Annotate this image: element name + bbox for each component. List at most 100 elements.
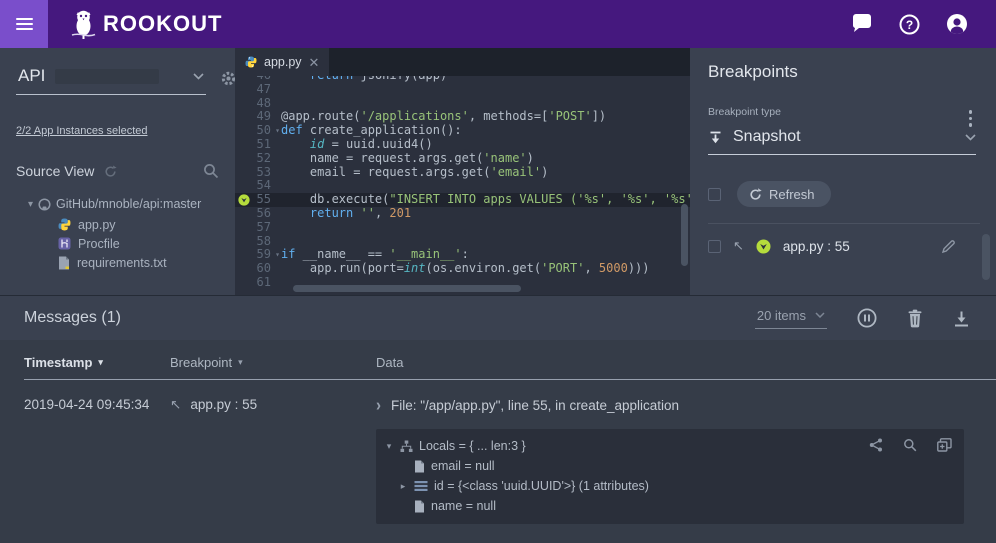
edit-pencil-icon[interactable] [941, 239, 956, 254]
line-number[interactable]: 48 [235, 97, 281, 111]
project-select-value: API [18, 66, 45, 86]
line-number[interactable]: 50▾ [235, 124, 281, 138]
refresh-icon[interactable] [104, 165, 117, 178]
chat-icon[interactable] [851, 14, 873, 34]
messages-panel: Messages (1) 20 items Timestamp▾ Breakpo… [0, 295, 996, 543]
app-instances-link[interactable]: 2/2 App Instances selected [16, 125, 147, 137]
code-area[interactable]: 46 return jsonify(app)474849@app.route('… [235, 76, 690, 295]
loading-placeholder [55, 69, 159, 84]
share-icon[interactable] [869, 438, 883, 452]
code-line-60[interactable]: 60 app.run(port=int(os.environ.get('PORT… [235, 262, 690, 276]
breakpoint-checkbox[interactable] [708, 240, 721, 253]
code-line-59[interactable]: 59▾if __name__ == '__main__': [235, 248, 690, 262]
arrow-northwest-icon: ↖ [170, 397, 181, 524]
code-line-55[interactable]: 55 db.execute("INSERT INTO apps VALUES (… [235, 193, 690, 207]
stack-frame-row[interactable]: › File: "/app/app.py", line 55, in creat… [376, 397, 996, 414]
locals-child-row[interactable]: name = null [384, 496, 954, 516]
code-line-57[interactable]: 57 [235, 221, 690, 235]
chevron-down-icon [815, 312, 825, 318]
locals-child-row[interactable]: ▸id = {<class 'uuid.UUID'>} (1 attribute… [384, 476, 954, 496]
code-line-47[interactable]: 47 [235, 83, 690, 97]
breakpoint-status-icon [756, 239, 771, 254]
search-icon[interactable] [203, 163, 219, 179]
editor-tab-bar: app.py ✕ [235, 48, 690, 76]
code-line-46[interactable]: 46 return jsonify(app) [235, 76, 690, 83]
line-number[interactable]: 51 [235, 138, 281, 152]
kebab-menu-icon[interactable] [969, 110, 973, 127]
line-number[interactable]: 58 [235, 235, 281, 249]
tree-file-requirements-txt[interactable]: requirements.txt [16, 253, 219, 272]
tree-root-repo[interactable]: ▾ GitHub/mnoble/api:master [16, 197, 219, 211]
code-text: @app.route('/applications', methods=['PO… [281, 110, 606, 124]
page-size-select[interactable]: 20 items [755, 308, 827, 329]
brand-name: ROOKOUT [103, 11, 222, 37]
github-icon [38, 198, 51, 211]
hamburger-menu-button[interactable] [0, 0, 48, 48]
stack-frame-label: File: "/app/app.py", line 55, in create_… [391, 398, 679, 413]
select-all-checkbox[interactable] [708, 188, 721, 201]
python-icon [245, 56, 257, 68]
code-line-54[interactable]: 54 [235, 179, 690, 193]
panel-scrollbar[interactable] [982, 234, 990, 280]
code-text: if __name__ == '__main__': [281, 248, 469, 262]
line-number[interactable]: 53 [235, 166, 281, 180]
close-icon[interactable]: ✕ [309, 56, 320, 69]
code-text: id = uuid.uuid4() [281, 138, 433, 152]
breakpoint-label: app.py : 55 [783, 239, 850, 254]
fold-caret-icon[interactable]: ▾ [275, 248, 280, 262]
brand-logo: ROOKOUT [70, 8, 222, 40]
locals-child-row[interactable]: email = null [384, 456, 954, 476]
code-lines: 46 return jsonify(app)474849@app.route('… [235, 76, 690, 290]
code-line-51[interactable]: 51 id = uuid.uuid4() [235, 138, 690, 152]
code-line-58[interactable]: 58 [235, 235, 690, 249]
tab-app-py[interactable]: app.py ✕ [235, 48, 329, 76]
line-number[interactable]: 56 [235, 207, 281, 221]
breakpoint-list-item[interactable]: ↖ app.py : 55 [708, 238, 976, 254]
trash-icon[interactable] [907, 309, 923, 328]
tree-root-label: GitHub/mnoble/api:master [56, 197, 201, 211]
column-header-breakpoint[interactable]: Breakpoint▾ [170, 355, 376, 370]
breakpoint-type-value: Snapshot [733, 128, 801, 146]
line-number[interactable]: 60 [235, 262, 281, 276]
search-icon[interactable] [903, 438, 917, 452]
line-number[interactable]: 61 [235, 276, 281, 290]
line-number[interactable]: 49 [235, 110, 281, 124]
code-line-53[interactable]: 53 email = request.args.get('email') [235, 166, 690, 180]
download-icon[interactable] [953, 310, 970, 327]
file-icon [414, 460, 425, 473]
profile-icon[interactable] [946, 13, 968, 35]
editor-horizontal-scrollbar[interactable] [293, 285, 521, 292]
caret-right-icon[interactable]: ▸ [398, 481, 408, 492]
code-line-49[interactable]: 49@app.route('/applications', methods=['… [235, 110, 690, 124]
line-number[interactable]: 54 [235, 179, 281, 193]
pause-icon[interactable] [857, 308, 877, 328]
tree-file-app-py[interactable]: app.py [16, 215, 219, 234]
rookout-bird-icon [70, 8, 97, 40]
left-sidebar: API 2/2 App Instances selected Source Vi… [0, 48, 235, 295]
fold-caret-icon[interactable]: ▾ [275, 124, 280, 138]
messages-title: Messages (1) [24, 309, 121, 327]
line-number[interactable]: 55 [235, 193, 281, 207]
refresh-button-label: Refresh [769, 187, 815, 202]
line-number[interactable]: 59▾ [235, 248, 281, 262]
copy-expand-icon[interactable] [937, 438, 952, 452]
tree-file-Procfile[interactable]: Procfile [16, 234, 219, 253]
code-line-56[interactable]: 56 return '', 201 [235, 207, 690, 221]
code-text: email = request.args.get('email') [281, 166, 548, 180]
column-header-timestamp[interactable]: Timestamp▾ [24, 355, 170, 370]
line-number[interactable]: 57 [235, 221, 281, 235]
code-line-48[interactable]: 48 [235, 97, 690, 111]
list-icon [414, 480, 428, 492]
breakpoint-gutter-icon[interactable] [238, 194, 250, 206]
code-line-50[interactable]: 50▾def create_application(): [235, 124, 690, 138]
tree-files: app.pyProcfilerequirements.txt [16, 215, 219, 272]
code-line-52[interactable]: 52 name = request.args.get('name') [235, 152, 690, 166]
line-number[interactable]: 52 [235, 152, 281, 166]
breakpoint-type-select[interactable]: Snapshot [708, 128, 976, 155]
refresh-button[interactable]: Refresh [737, 181, 831, 207]
help-icon[interactable]: ? [899, 14, 920, 35]
project-select[interactable]: API [16, 62, 206, 95]
heroku-file-icon [58, 237, 71, 250]
line-number[interactable]: 47 [235, 83, 281, 97]
editor-vertical-scrollbar[interactable] [681, 204, 688, 266]
